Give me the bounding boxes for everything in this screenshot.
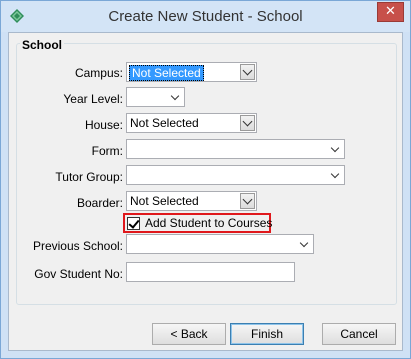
add-to-courses-label[interactable]: Add Student to Courses <box>145 216 272 230</box>
campus-select[interactable]: Not Selected <box>126 62 257 82</box>
chevron-down-icon[interactable] <box>299 238 309 250</box>
gov-student-no-input[interactable] <box>126 262 295 282</box>
house-value: Not Selected <box>130 116 199 130</box>
tutor-group-select[interactable] <box>126 165 345 185</box>
cancel-button[interactable]: Cancel <box>322 323 396 345</box>
chevron-down-icon[interactable] <box>240 64 255 80</box>
previous-school-label: Previous School: <box>32 239 123 253</box>
form-select[interactable] <box>126 139 345 159</box>
dialog-window: Create New Student - School ✕ School Cam… <box>0 0 411 359</box>
chevron-down-icon[interactable] <box>240 115 255 131</box>
finish-button[interactable]: Finish <box>230 323 304 345</box>
window-title: Create New Student - School <box>108 8 303 25</box>
back-button[interactable]: < Back <box>152 323 226 345</box>
boarder-label: Boarder: <box>76 196 123 210</box>
boarder-select[interactable]: Not Selected <box>126 191 257 211</box>
house-label: House: <box>84 118 123 132</box>
chevron-down-icon[interactable] <box>170 91 180 103</box>
add-to-courses-highlight: Add Student to Courses <box>123 213 272 233</box>
house-select[interactable]: Not Selected <box>126 113 257 133</box>
chevron-down-icon[interactable] <box>330 143 340 155</box>
dialog-body: School Campus: Not Selected Year Level: … <box>8 32 403 351</box>
gov-student-no-label: Gov Student No: <box>34 267 123 281</box>
year-level-label: Year Level: <box>63 92 123 106</box>
tutor-group-label: Tutor Group: <box>55 170 123 184</box>
chevron-down-icon[interactable] <box>330 169 340 181</box>
form-label: Form: <box>91 144 123 158</box>
add-to-courses-checkbox[interactable] <box>127 217 140 230</box>
year-level-select[interactable] <box>126 87 185 107</box>
close-icon: ✕ <box>385 4 396 19</box>
chevron-down-icon[interactable] <box>240 193 255 209</box>
title-bar[interactable]: Create New Student - School ✕ <box>1 1 410 32</box>
campus-value: Not Selected <box>129 65 204 81</box>
group-title: School <box>20 38 65 52</box>
previous-school-select[interactable] <box>126 234 314 254</box>
boarder-value: Not Selected <box>130 194 199 208</box>
close-button[interactable]: ✕ <box>377 2 404 22</box>
campus-label: Campus: <box>74 66 123 80</box>
